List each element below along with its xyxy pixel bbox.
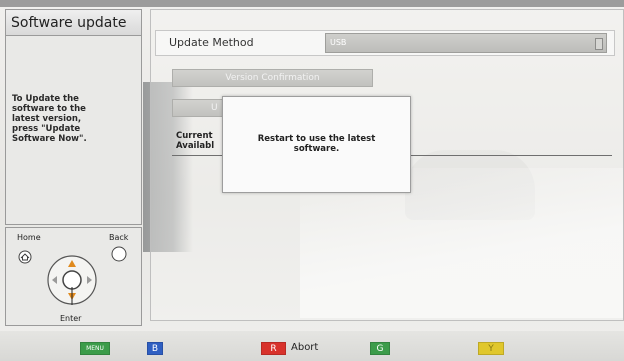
- left-panel: Software update To Update the software t…: [5, 9, 144, 326]
- restart-dialog: Restart to use the latest software.: [222, 96, 411, 193]
- version-info: Current Availabl: [176, 131, 214, 151]
- help-line: Software Now".: [12, 134, 87, 144]
- version-confirmation-button[interactable]: Version Confirmation: [172, 69, 373, 87]
- help-line: To Update the: [12, 94, 79, 104]
- update-method-select[interactable]: USB: [325, 33, 607, 53]
- update-method-label: Update Method: [169, 36, 254, 49]
- remote-diagram: [18, 246, 127, 305]
- back-icon: [111, 246, 127, 262]
- dialog-line: Restart to use the latest: [257, 134, 376, 144]
- color-key-g[interactable]: G: [370, 342, 390, 355]
- color-key-menu[interactable]: MENU: [80, 342, 110, 355]
- update-method-row: Update Method USB: [155, 30, 615, 56]
- help-line: latest version,: [12, 114, 82, 124]
- top-edge: [0, 0, 624, 7]
- dialog-line: software.: [293, 144, 340, 154]
- home-icon: [18, 250, 32, 264]
- help-line: software to the: [12, 104, 86, 114]
- info-line: Current: [176, 131, 213, 141]
- page-title: Software update: [5, 9, 142, 35]
- help-text: To Update the software to the latest ver…: [12, 94, 136, 144]
- dropdown-arrow-icon: [595, 38, 603, 50]
- remote-guide: Home Back Enter: [5, 227, 142, 326]
- info-line: Availabl: [176, 141, 215, 151]
- update-method-value: USB: [330, 38, 347, 47]
- color-key-r[interactable]: R: [261, 342, 286, 355]
- help-line: press "Update: [12, 124, 81, 134]
- help-panel: To Update the software to the latest ver…: [5, 35, 142, 225]
- color-key-label: Abort: [291, 342, 319, 353]
- color-key-b[interactable]: B: [147, 342, 163, 355]
- enter-label: Enter: [60, 314, 82, 323]
- dialog-message: Restart to use the latest software.: [223, 134, 410, 154]
- dpad-icon: [47, 255, 97, 305]
- color-key-y[interactable]: Y: [478, 342, 504, 355]
